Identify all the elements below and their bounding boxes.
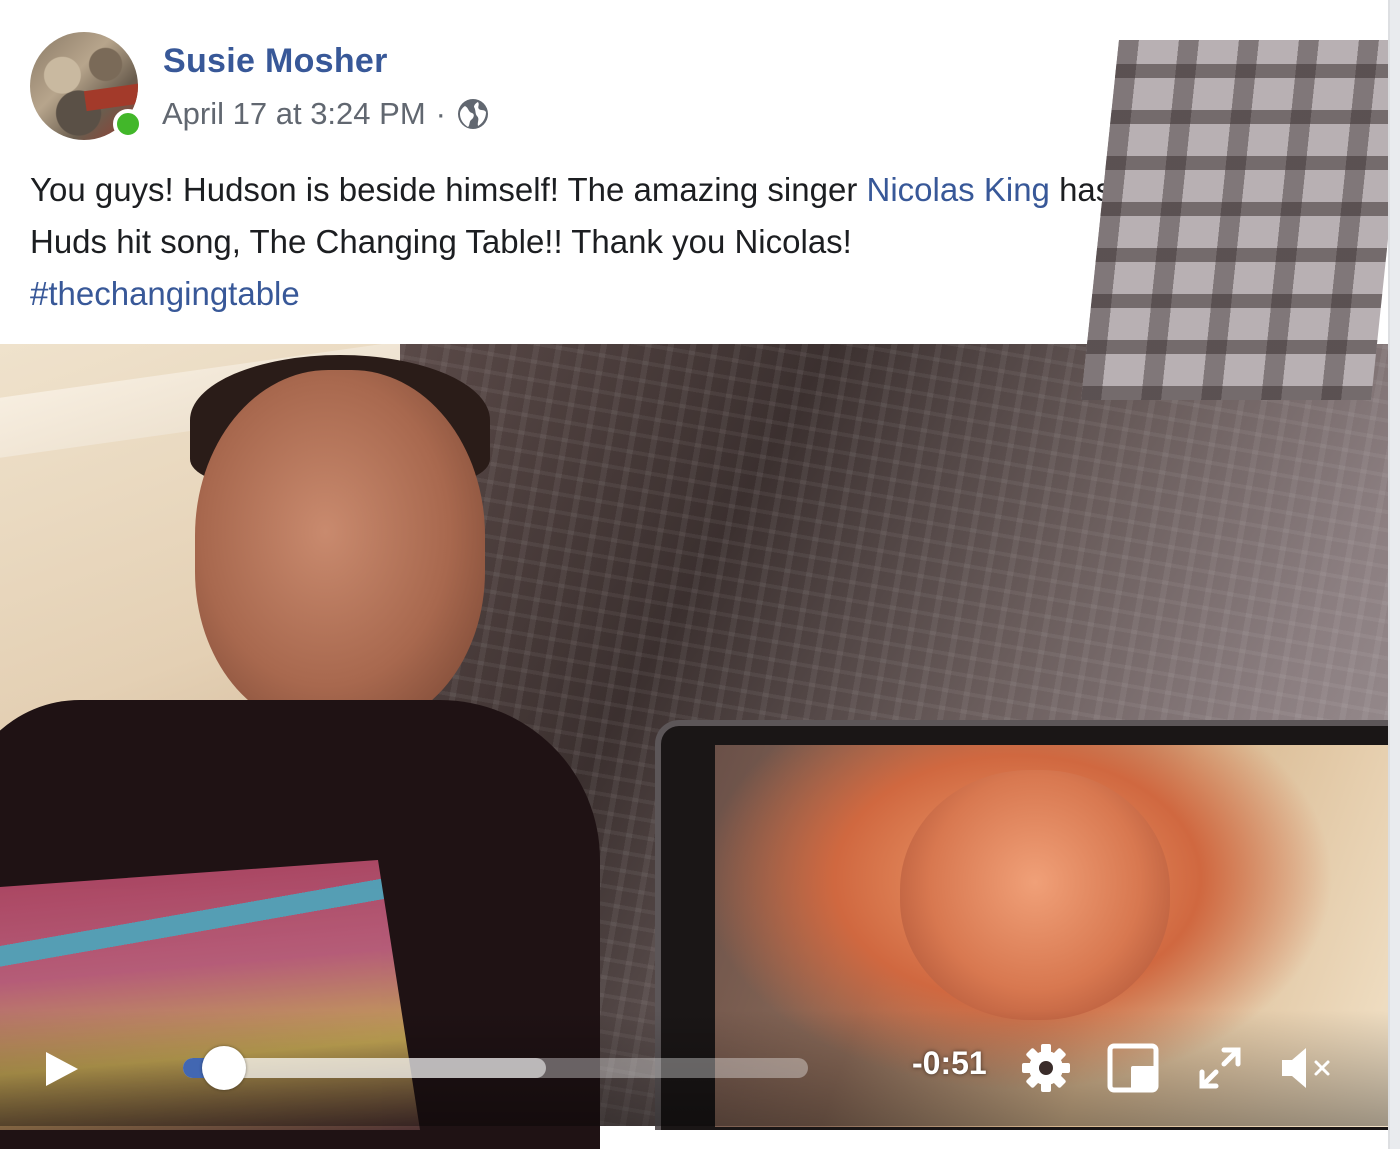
time-remaining: -0:51 bbox=[912, 1045, 987, 1081]
post-timestamp[interactable]: April 17 at 3:24 PM bbox=[162, 96, 426, 132]
progress-scrubber-handle[interactable] bbox=[202, 1046, 247, 1090]
post-meta: April 17 at 3:24 PM · bbox=[162, 96, 490, 132]
online-status-indicator bbox=[113, 109, 143, 139]
feed-edge-divider bbox=[1388, 0, 1400, 1149]
gear-icon[interactable] bbox=[1018, 1040, 1074, 1096]
post-text-part1: You guys! Hudson is beside himself! The … bbox=[30, 171, 867, 208]
video-frame-baby bbox=[900, 770, 1170, 1020]
avatar-detail bbox=[83, 82, 138, 112]
fullscreen-icon[interactable] bbox=[1196, 1044, 1244, 1092]
meta-separator: · bbox=[435, 96, 446, 131]
author-name[interactable]: Susie Mosher bbox=[163, 42, 388, 81]
play-icon[interactable] bbox=[42, 1050, 80, 1088]
volume-muted-icon[interactable] bbox=[1278, 1040, 1334, 1096]
globe-icon[interactable] bbox=[456, 97, 490, 131]
mention-nicolas-king[interactable]: Nicolas King bbox=[866, 171, 1049, 208]
video-frame-person bbox=[195, 370, 485, 730]
video-frame-building bbox=[1081, 40, 1400, 400]
hashtag-link[interactable]: #thechangingtable bbox=[30, 275, 300, 312]
pip-icon[interactable] bbox=[1106, 1040, 1162, 1096]
